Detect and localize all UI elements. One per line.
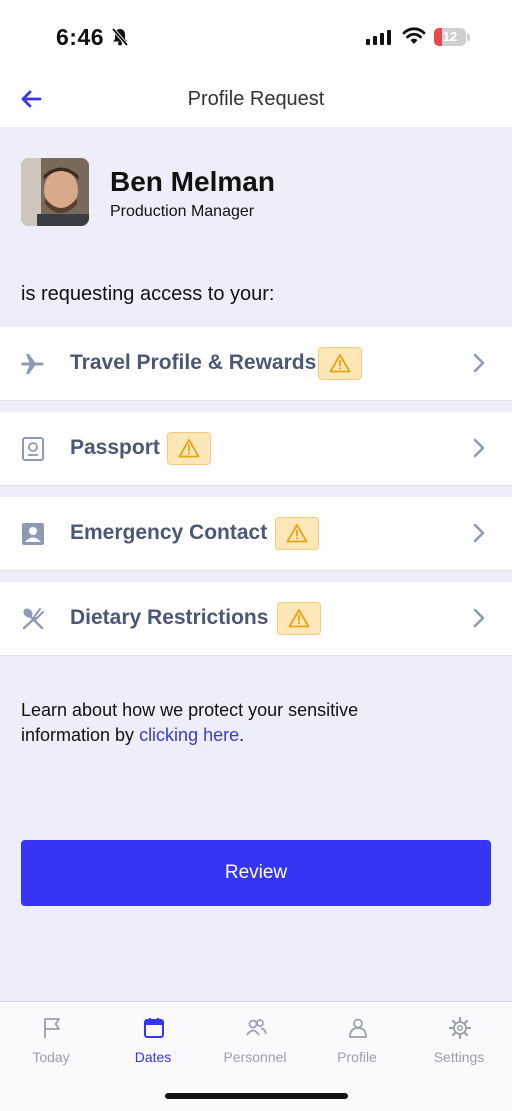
nav-header: Profile Request xyxy=(0,75,512,127)
status-bar: 6:46 12 xyxy=(0,0,512,75)
person-icon xyxy=(349,1018,367,1038)
chevron-right-icon xyxy=(473,353,485,373)
warning-icon xyxy=(286,524,308,543)
access-item-emergency-contact[interactable]: Emergency Contact xyxy=(0,497,512,571)
chevron-right-icon xyxy=(473,523,485,543)
warning-badge xyxy=(167,432,211,465)
access-item-dietary-restrictions[interactable]: Dietary Restrictions xyxy=(0,582,512,656)
tab-settings[interactable]: Settings xyxy=(408,1002,510,1082)
item-label: Emergency Contact xyxy=(70,521,268,544)
tab-label: Today xyxy=(32,1049,70,1065)
avatar xyxy=(21,158,89,226)
cellular-signal-icon xyxy=(366,30,391,45)
contact-card-icon xyxy=(22,523,44,545)
warning-badge xyxy=(277,602,321,635)
tab-label: Settings xyxy=(433,1049,485,1065)
battery-icon: 12 xyxy=(434,28,466,46)
item-label: Passport xyxy=(70,436,160,459)
tab-label: Profile xyxy=(337,1049,377,1065)
access-item-travel-profile[interactable]: Travel Profile & Rewards xyxy=(0,327,512,401)
access-item-passport[interactable]: Passport xyxy=(0,412,512,486)
request-description: is requesting access to your: xyxy=(21,283,275,305)
flag-icon xyxy=(44,1018,60,1038)
warning-icon xyxy=(329,354,351,373)
tab-today[interactable]: Today xyxy=(0,1002,102,1082)
wifi-icon xyxy=(402,27,426,44)
bell-muted-icon xyxy=(111,27,129,47)
gear-icon xyxy=(448,1016,472,1040)
tab-dates[interactable]: Dates xyxy=(102,1002,204,1082)
security-info-link[interactable]: clicking here xyxy=(139,725,239,745)
warning-badge xyxy=(275,517,319,550)
requester-role: Production Manager xyxy=(110,203,255,220)
page-title: Profile Request xyxy=(187,88,325,110)
tab-personnel[interactable]: Personnel xyxy=(204,1002,306,1082)
item-label: Travel Profile & Rewards xyxy=(70,351,317,374)
airplane-icon xyxy=(21,354,44,374)
status-time: 6:46 xyxy=(56,24,105,50)
item-label: Dietary Restrictions xyxy=(70,606,269,629)
battery-level: 12 xyxy=(442,29,458,44)
review-button[interactable]: Review xyxy=(21,840,491,906)
home-indicator xyxy=(165,1093,348,1099)
people-icon xyxy=(246,1019,267,1036)
passport-icon xyxy=(22,437,44,461)
warning-icon xyxy=(288,609,310,628)
warning-badge xyxy=(318,347,362,380)
chevron-right-icon xyxy=(473,608,485,628)
utensils-icon xyxy=(22,608,44,630)
security-info-text: Learn about how we protect your sensitiv… xyxy=(21,698,441,748)
warning-icon xyxy=(178,439,200,458)
security-info-end: . xyxy=(239,725,245,745)
requester-name: Ben Melman xyxy=(110,166,275,197)
avatar-photo xyxy=(21,158,89,226)
calendar-icon xyxy=(144,1018,164,1038)
tab-label: Personnel xyxy=(223,1049,287,1065)
tab-profile[interactable]: Profile xyxy=(306,1002,408,1082)
tab-label: Dates xyxy=(134,1049,172,1065)
chevron-right-icon xyxy=(473,438,485,458)
